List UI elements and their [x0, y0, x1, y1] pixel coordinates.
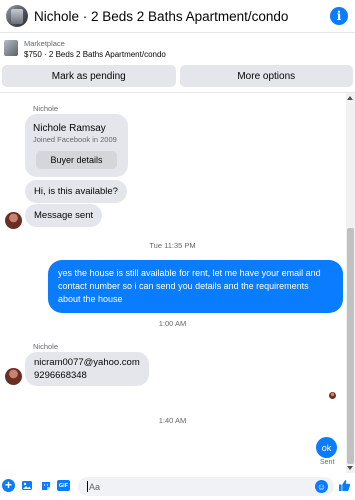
emoji-icon[interactable]: ☺	[315, 480, 328, 493]
like-icon[interactable]	[338, 479, 351, 492]
sender-avatar[interactable]	[5, 212, 22, 229]
timestamp: 1:00 AM	[158, 319, 187, 328]
more-options-button[interactable]: More options	[179, 65, 353, 87]
listing-avatar[interactable]	[6, 5, 28, 27]
listing-description: $750 · 2 Beds 2 Baths Apartment/condo	[24, 50, 166, 59]
profile-name[interactable]: Nichole Ramsay	[33, 123, 106, 134]
listing-summary[interactable]: Marketplace $750 · 2 Beds 2 Baths Apartm…	[0, 36, 355, 64]
gif-icon[interactable]: GIF	[57, 479, 70, 492]
mark-as-pending-button[interactable]: Mark as pending	[2, 65, 176, 87]
sender-name: Nichole	[33, 342, 59, 351]
incoming-message[interactable]: Hi, is this available?	[25, 180, 127, 203]
timestamp: Tue 11:35 PM	[149, 241, 196, 250]
seen-receipt-avatar	[329, 392, 336, 399]
sender-avatar[interactable]	[5, 368, 22, 385]
text-caret	[87, 481, 88, 492]
scroll-up-arrow-icon[interactable]	[347, 96, 353, 100]
email-text: nicram0077@yahoo.com	[34, 357, 140, 368]
listing-thumbnail	[4, 40, 18, 56]
image-icon[interactable]	[20, 479, 33, 492]
message-input-placeholder: Aa	[89, 481, 101, 492]
gif-label: GIF	[57, 480, 70, 491]
plus-icon[interactable]: +	[2, 479, 15, 492]
outgoing-message[interactable]: yes the house is still available for ren…	[48, 260, 343, 313]
listing-category: Marketplace	[24, 39, 65, 48]
message-input[interactable]: Aa	[78, 477, 334, 496]
info-icon[interactable]: i	[330, 7, 348, 25]
profile-card: Nichole Ramsay Joined Facebook in 2009 B…	[25, 114, 128, 177]
sender-name: Nichole	[33, 104, 59, 113]
incoming-message[interactable]: nicram0077@yahoo.com 9296668348	[25, 352, 149, 386]
timestamp: 1:40 AM	[158, 416, 187, 425]
scroll-down-arrow-icon[interactable]	[347, 466, 353, 470]
profile-joined: Joined Facebook in 2009	[33, 135, 117, 144]
sticker-icon[interactable]	[39, 479, 52, 492]
chat-title[interactable]: Nichole · 2 Beds 2 Baths Apartment/condo	[34, 9, 288, 24]
sent-status: Sent	[320, 459, 335, 466]
phone-text: 9296668348	[34, 370, 87, 381]
scrollbar-thumb[interactable]	[347, 228, 354, 464]
buyer-details-button[interactable]: Buyer details	[36, 151, 117, 169]
chat-header: Nichole · 2 Beds 2 Baths Apartment/condo	[0, 0, 355, 33]
outgoing-message[interactable]: ok	[316, 437, 337, 458]
divider	[0, 92, 355, 93]
incoming-message[interactable]: Message sent	[25, 204, 103, 227]
listing-actions: Mark as pending More options	[2, 65, 353, 87]
